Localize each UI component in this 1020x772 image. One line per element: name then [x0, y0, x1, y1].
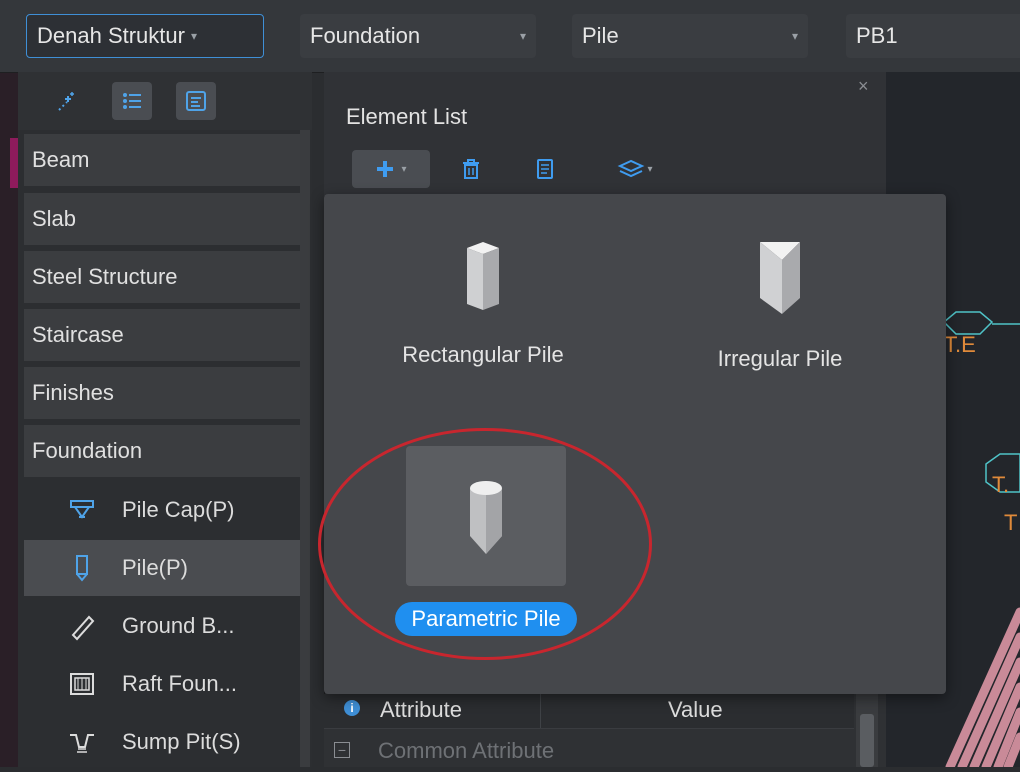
close-icon[interactable]: × [858, 76, 869, 97]
sidebar-item-pile[interactable]: Pile(P) [24, 540, 300, 596]
category-label: Slab [32, 206, 77, 231]
sidebar-item-label: Ground B... [122, 613, 235, 638]
rectangular-pile-icon [467, 242, 499, 310]
sump-pit-icon [62, 722, 102, 762]
delete-icon[interactable] [454, 152, 488, 186]
sidebar-item-sump-pit[interactable]: Sump Pit(S) [24, 714, 300, 770]
category-label: Foundation [32, 438, 143, 463]
sidebar-scrollbar[interactable] [300, 130, 310, 767]
floor-dropdown-value: Denah Struktur [37, 23, 185, 48]
sidebar-item-label: Sump Pit(S) [122, 729, 241, 754]
category-dropdown-value: Foundation [310, 23, 421, 48]
type-dropdown[interactable]: Pile ▾ [572, 14, 808, 58]
column-header-attribute[interactable]: Attribute [380, 697, 462, 723]
type-dropdown-value: Pile [582, 23, 619, 48]
element-name-value: PB1 [856, 23, 898, 48]
pile-icon [62, 548, 102, 588]
parametric-pile-label: Parametric Pile [395, 602, 577, 636]
list-view-icon[interactable] [112, 82, 152, 120]
chevron-down-icon: ▾ [791, 29, 798, 43]
panel-title: Element List [346, 104, 468, 129]
attribute-group-label: Common Attribute [378, 738, 555, 763]
rectangular-pile-option[interactable]: Rectangular Pile [376, 236, 590, 368]
sidebar-category-slab[interactable]: Slab [24, 193, 300, 245]
sidebar-item-raft-foundation[interactable]: Raft Foun... [24, 656, 300, 712]
collapse-icon[interactable]: − [334, 742, 350, 758]
irregular-pile-option[interactable]: Irregular Pile [688, 236, 872, 372]
chevron-down-icon: ▾ [519, 29, 526, 43]
option-label: Rectangular Pile [402, 342, 564, 367]
add-element-button[interactable]: ▾ [352, 150, 430, 188]
scrollbar-thumb[interactable] [860, 714, 874, 767]
category-label: Finishes [32, 380, 114, 405]
raft-foundation-icon [62, 664, 102, 704]
plus-icon [377, 161, 394, 177]
sidebar-category-foundation[interactable]: Foundation [24, 425, 300, 477]
property-view-icon[interactable] [176, 82, 216, 120]
chevron-down-icon: ▾ [647, 163, 653, 175]
canvas-label: T. [992, 472, 1009, 497]
category-label: Beam [32, 147, 90, 172]
sidebar-category-staircase[interactable]: Staircase [24, 309, 300, 361]
floor-dropdown[interactable]: Denah Struktur ▾ [26, 14, 264, 58]
canvas-label: T [1004, 510, 1017, 535]
ground-beam-icon [62, 606, 102, 646]
option-label: Irregular Pile [717, 346, 843, 371]
sidebar-item-label: Raft Foun... [122, 671, 237, 696]
chevron-down-icon: ▾ [401, 163, 407, 175]
copy-icon[interactable] [528, 152, 562, 186]
sidebar-item-pile-cap[interactable]: Pile Cap(P) [24, 482, 300, 538]
irregular-pile-icon [760, 242, 800, 314]
pick-element-icon[interactable] [46, 82, 86, 120]
sidebar-category-beam[interactable]: Beam [24, 134, 300, 186]
sidebar-item-ground-beam[interactable]: Ground B... [24, 598, 300, 654]
chevron-down-icon: ▾ [190, 29, 197, 43]
sidebar-category-steel-structure[interactable]: Steel Structure [24, 251, 300, 303]
sidebar-item-label: Pile(P) [122, 555, 189, 580]
info-icon: i [344, 700, 360, 716]
category-label: Staircase [32, 322, 124, 347]
parametric-pile-option[interactable]: Parametric Pile [372, 446, 600, 636]
pile-cap-icon [62, 490, 102, 530]
category-label: Steel Structure [32, 264, 178, 289]
rebar-lines [945, 607, 1020, 772]
canvas-label: T.E [944, 332, 976, 357]
left-edge-strip [0, 0, 18, 767]
sidebar-item-label: Pile Cap(P) [122, 497, 235, 522]
column-header-value[interactable]: Value [668, 697, 723, 723]
active-accent [10, 138, 18, 188]
column-divider [540, 694, 541, 728]
element-name-dropdown[interactable]: PB1 [846, 14, 1020, 58]
parametric-pile-icon [470, 481, 502, 554]
parametric-pile-tile[interactable] [406, 446, 566, 586]
category-dropdown[interactable]: Foundation ▾ [300, 14, 536, 58]
layers-icon[interactable]: ▾ [600, 152, 670, 186]
sidebar-category-finishes[interactable]: Finishes [24, 367, 300, 419]
